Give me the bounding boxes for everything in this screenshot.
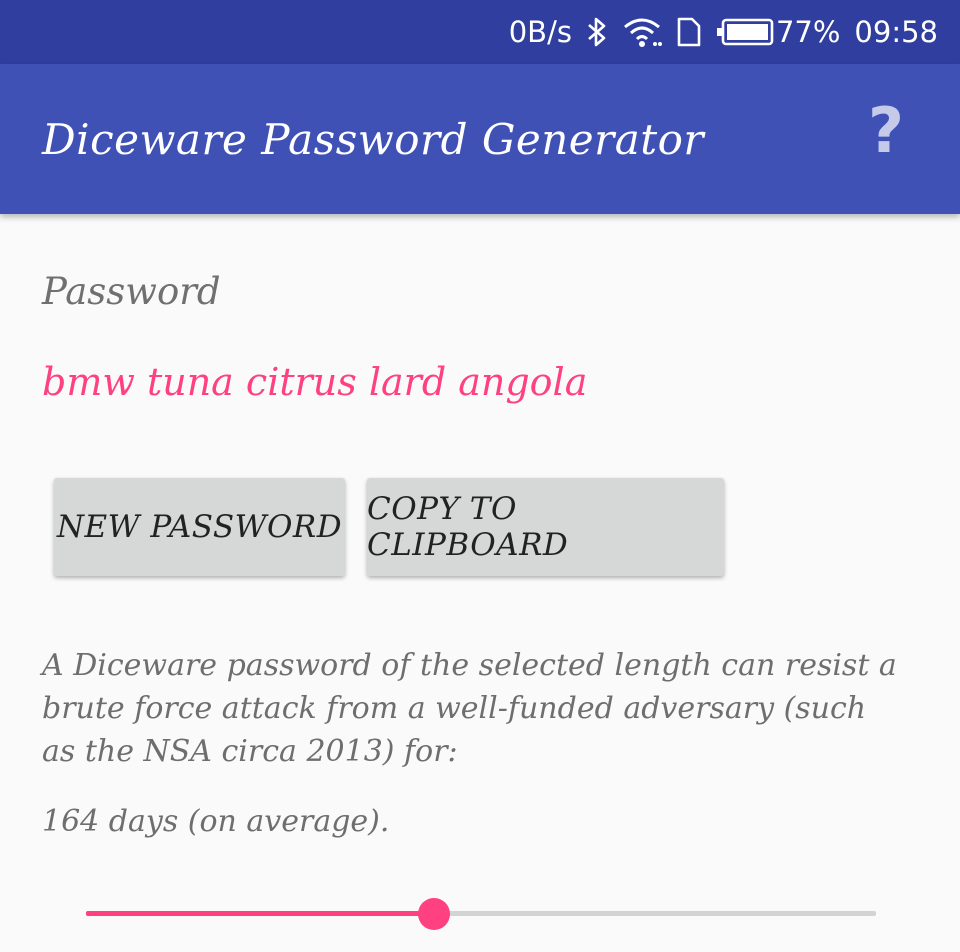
strength-description: A Diceware password of the selected leng… bbox=[42, 648, 897, 769]
sim-icon bbox=[676, 16, 702, 48]
battery-icon bbox=[716, 18, 774, 46]
help-icon[interactable]: ? bbox=[868, 100, 904, 162]
new-password-button[interactable]: NEW PASSWORD bbox=[54, 478, 345, 576]
network-speed: 0B/s bbox=[508, 15, 572, 49]
wifi-icon bbox=[622, 16, 662, 48]
clock: 09:58 bbox=[854, 15, 938, 49]
slider-fill bbox=[86, 911, 434, 916]
app-title: Diceware Password Generator bbox=[42, 114, 704, 164]
crack-duration: 164 days (on average). bbox=[42, 804, 390, 839]
bluetooth-icon bbox=[586, 16, 608, 48]
battery-percent: 77% bbox=[775, 15, 841, 49]
app-bar: Diceware Password Generator ? bbox=[0, 64, 960, 214]
password-value: bmw tuna citrus lard angola bbox=[42, 360, 588, 404]
length-slider[interactable] bbox=[86, 892, 876, 936]
slider-thumb[interactable] bbox=[417, 898, 450, 930]
status-bar: 0B/s 77% 09:58 bbox=[0, 0, 960, 64]
password-label: Password bbox=[42, 270, 221, 313]
copy-to-clipboard-button[interactable]: COPY TO CLIPBOARD bbox=[367, 478, 724, 576]
